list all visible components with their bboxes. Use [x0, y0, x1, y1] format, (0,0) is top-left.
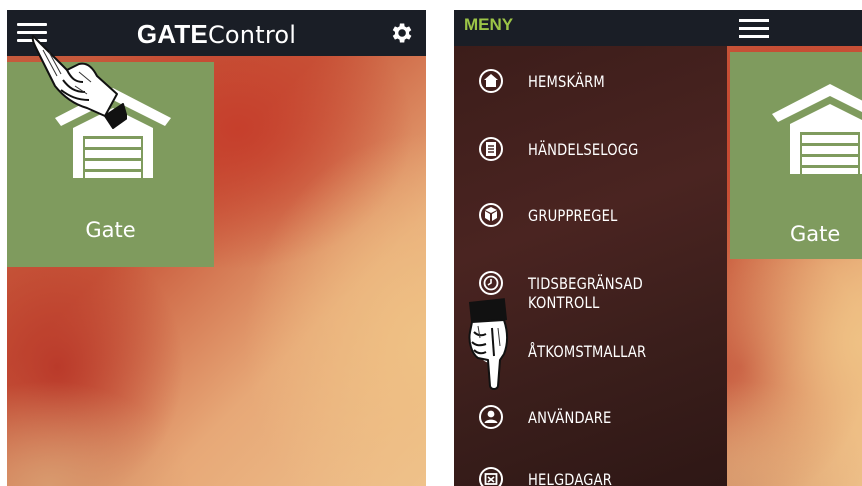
- menu-item-gruppregel[interactable]: GRUPPREGEL: [454, 190, 727, 240]
- gate-tile-label: Gate: [790, 222, 841, 246]
- menu-item-label: TIDSBEGRÄNSAD KONTROLL: [528, 274, 643, 312]
- pointing-hand-icon: [468, 298, 508, 390]
- navigation-drawer: HEMSKÄRM HÄNDELSELOGG GRUPPREGEL TIDSBEG…: [454, 46, 727, 486]
- top-bar: MENY: [454, 10, 862, 46]
- menu-item-label: HÄNDELSELOGG: [528, 140, 639, 159]
- menu-item-anvandare[interactable]: ANVÄNDARE: [454, 392, 727, 442]
- home-icon: [479, 69, 503, 93]
- menu-header: MENY: [464, 15, 514, 34]
- menu-item-helgdagar[interactable]: HELGDAGAR: [454, 454, 727, 486]
- pointing-hand-icon: [31, 35, 127, 129]
- right-screen: Gate HEMSKÄRM HÄNDELSELOGG GRUPPREGEL TI…: [454, 10, 862, 486]
- menu-item-label: HELGDAGAR: [528, 470, 612, 486]
- gear-icon[interactable]: [388, 20, 414, 46]
- menu-item-label: GRUPPREGEL: [528, 206, 618, 225]
- app-title-regular: Control: [207, 21, 297, 49]
- garage-icon: [772, 84, 862, 174]
- left-screen: GATEControl Gate: [7, 10, 426, 486]
- calendar-icon: [479, 467, 503, 486]
- menu-item-label: ANVÄNDARE: [528, 408, 612, 427]
- menu-item-hemskarm[interactable]: HEMSKÄRM: [454, 56, 727, 106]
- hamburger-menu-icon[interactable]: [739, 19, 769, 39]
- clock-icon: [479, 271, 503, 295]
- gate-tile-label: Gate: [85, 218, 136, 242]
- document-icon: [479, 137, 503, 161]
- menu-item-handelselogg[interactable]: HÄNDELSELOGG: [454, 124, 727, 174]
- app-title-bold: GATE: [136, 19, 208, 49]
- gate-tile[interactable]: Gate: [730, 52, 862, 259]
- menu-item-label: HEMSKÄRM: [528, 72, 605, 91]
- boxes-icon: [479, 203, 503, 227]
- menu-item-label: ÅTKOMSTMALLAR: [528, 342, 647, 361]
- user-icon: [479, 405, 503, 429]
